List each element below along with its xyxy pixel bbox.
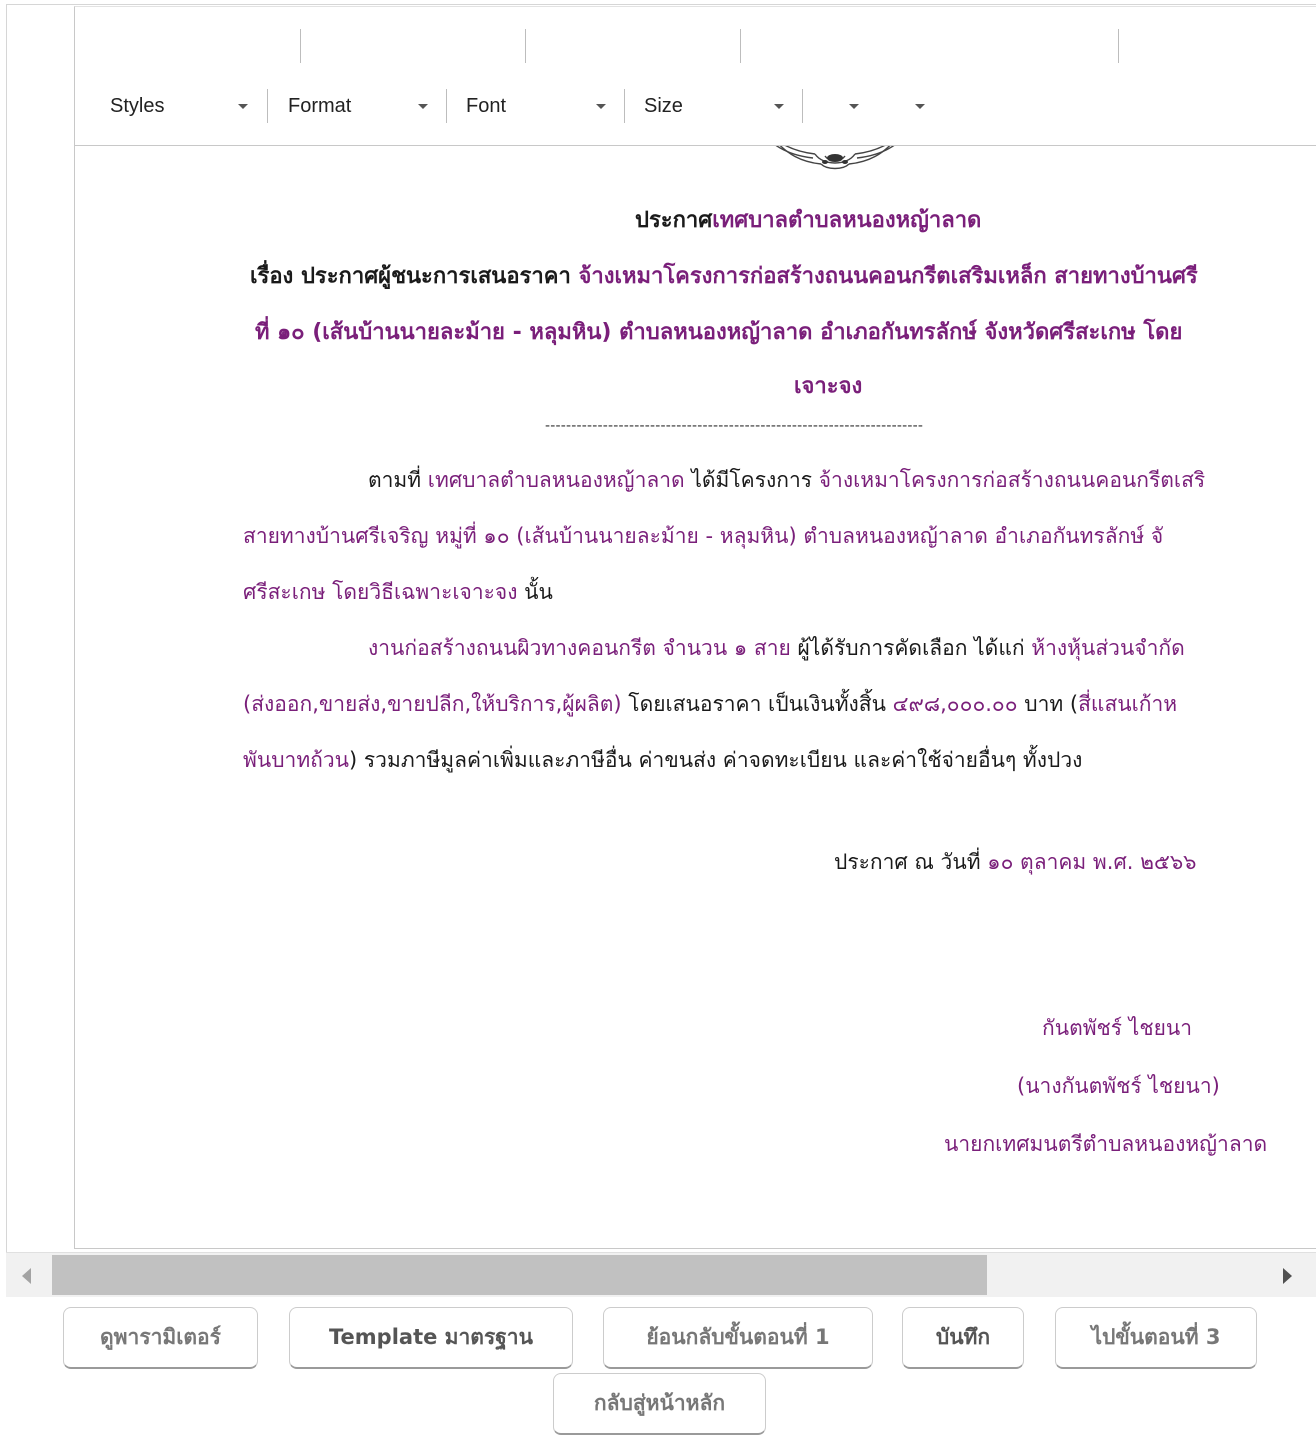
scrollbar-thumb[interactable]	[52, 1255, 987, 1295]
back-to-home-button[interactable]: กลับสู่หน้าหลัก	[553, 1373, 766, 1435]
p1-method: ศรีสะเกษ โดยวิธีเฉพาะเจาะจง	[243, 580, 518, 604]
editor-content[interactable]: ประกาศเทศบาลตำบลหนองหญ้าลาด เรื่อง ประกา…	[75, 146, 1316, 1246]
toolbar-separator	[446, 89, 447, 123]
size-dropdown[interactable]: Size	[644, 87, 794, 125]
subject-prefix: เรื่อง ประกาศผู้ชนะการเสนอราคา	[250, 264, 579, 289]
p2-business-type: (ส่งออก,ขายส่ง,ขายปลีก,ให้บริการ,ผู้ผลิต…	[243, 692, 622, 716]
format-dropdown-label: Format	[288, 94, 352, 117]
background-color-dropdown[interactable]	[901, 87, 941, 125]
chevron-down-icon	[915, 104, 925, 109]
view-parameters-button[interactable]: ดูพารามิเตอร์	[63, 1307, 258, 1369]
p2-amount-words: สี่แสนเก้าห	[1078, 692, 1178, 716]
format-dropdown[interactable]: Format	[288, 87, 438, 125]
p2-amount-words: พันบาทถ้วน	[243, 748, 350, 772]
p1-text: นั้น	[517, 580, 553, 604]
next-to-step3-button[interactable]: ไปขั้นตอนที่ 3	[1055, 1307, 1257, 1369]
toolbar-separator	[300, 29, 301, 63]
toolbar-separator	[525, 29, 526, 63]
announce-date-line: ประกาศ ณ วันที่ ๑๐ ตุลาคม พ.ศ. ๒๕๖๖	[834, 846, 1197, 879]
paragraph2-line3: พันบาทถ้วน) รวมภาษีมูลค่าเพิ่มและภาษีอื่…	[243, 744, 1082, 777]
p2-winner: ห้างหุ้นส่วนจำกัด	[1031, 636, 1185, 660]
announcement-title: ประกาศเทศบาลตำบลหนองหญ้าลาด	[635, 202, 981, 237]
separator-line: ----------------------------------------…	[545, 418, 924, 434]
standard-template-button[interactable]: Template มาตรฐาน	[289, 1307, 573, 1369]
p1-project: จ้างเหมาโครงการก่อสร้างถนนคอนกรีตเสริ	[818, 468, 1206, 492]
font-dropdown-label: Font	[466, 94, 507, 117]
chevron-down-icon	[849, 104, 859, 109]
toolbar-separator	[624, 89, 625, 123]
paragraph1-line3: ศรีสะเกษ โดยวิธีเฉพาะเจาะจง นั้น	[243, 576, 553, 609]
scroll-right-icon[interactable]	[1283, 1268, 1292, 1284]
title-prefix: ประกาศ	[635, 208, 713, 233]
styles-dropdown[interactable]: Styles	[110, 87, 260, 125]
paragraph2-line1: งานก่อสร้างถนนผิวทางคอนกรีต จำนวน ๑ สาย …	[368, 632, 1185, 665]
font-dropdown[interactable]: Font	[466, 87, 616, 125]
paragraph1-line2: สายทางบ้านศรีเจริญ หมู่ที่ ๑๐ (เส้นบ้านน…	[243, 524, 1164, 548]
emblem-seal-icon	[775, 146, 895, 170]
p2-text: โดยเสนอราคา เป็นเงินทั้งสิ้น	[621, 692, 893, 716]
title-organization: เทศบาลตำบลหนองหญ้าลาด	[712, 208, 982, 233]
back-to-step1-button[interactable]: ย้อนกลับขั้นตอนที่ 1	[603, 1307, 873, 1369]
toolbar-separator	[740, 29, 741, 63]
text-color-dropdown[interactable]	[835, 87, 875, 125]
signature-position: นายกเทศมนตรีตำบลหนองหญ้าลาด	[944, 1132, 1268, 1156]
announce-date: ๑๐ ตุลาคม พ.ศ. ๒๕๖๖	[987, 850, 1197, 874]
size-dropdown-label: Size	[644, 94, 683, 117]
p2-text: ผู้ได้รับการคัดเลือก ได้แก่	[790, 636, 1032, 660]
p2-work: งานก่อสร้างถนนผิวทางคอนกรีต จำนวน ๑ สาย	[368, 636, 791, 660]
p1-text: ตามที่	[368, 468, 428, 492]
subject-project: จ้างเหมาโครงการก่อสร้างถนนคอนกรีตเสริมเห…	[578, 264, 1198, 289]
toolbar-separator	[1118, 29, 1119, 63]
chevron-down-icon	[774, 104, 784, 109]
scroll-left-icon[interactable]	[22, 1268, 31, 1284]
paragraph2-line2: (ส่งออก,ขายส่ง,ขายปลีก,ให้บริการ,ผู้ผลิต…	[243, 688, 1177, 721]
toolbar-separator	[267, 89, 268, 123]
signature-fullname: (นางกันตพัชร์ ไชยนา)	[1017, 1074, 1220, 1098]
p2-text: บาท (	[1017, 692, 1079, 716]
signature-name: กันตพัชร์ ไชยนา	[1042, 1016, 1193, 1040]
announcement-subject: เรื่อง ประกาศผู้ชนะการเสนอราคา จ้างเหมาโ…	[250, 258, 1198, 293]
p1-organization: เทศบาลตำบลหนองหญ้าลาด	[427, 468, 685, 492]
announcement-subject-line3: เจาะจง	[794, 374, 863, 399]
save-button[interactable]: บันทึก	[902, 1307, 1024, 1369]
styles-dropdown-label: Styles	[110, 94, 165, 117]
p2-amount: ๔๙๘,๐๐๐.๐๐	[892, 692, 1018, 716]
toolbar-separator	[802, 89, 803, 123]
p1-text: ได้มีโครงการ	[684, 468, 819, 492]
rich-text-editor[interactable]: Styles Format Font Size ประกาศเทศบาลตำบล…	[74, 6, 1316, 1249]
p2-text: ) รวมภาษีมูลค่าเพิ่มและภาษีอื่น ค่าขนส่ง…	[349, 748, 1083, 772]
announce-prefix: ประกาศ ณ วันที่	[834, 850, 988, 874]
editor-toolbar: Styles Format Font Size	[75, 7, 1316, 146]
chevron-down-icon	[418, 104, 428, 109]
chevron-down-icon	[238, 104, 248, 109]
horizontal-scrollbar[interactable]	[6, 1252, 1316, 1297]
announcement-subject-line2: ที่ ๑๐ (เส้นบ้านนายละม้าย - หลุมหิน) ตำบ…	[255, 320, 1183, 345]
chevron-down-icon	[596, 104, 606, 109]
paragraph1-line1: ตามที่ เทศบาลตำบลหนองหญ้าลาด ได้มีโครงกา…	[368, 464, 1205, 497]
